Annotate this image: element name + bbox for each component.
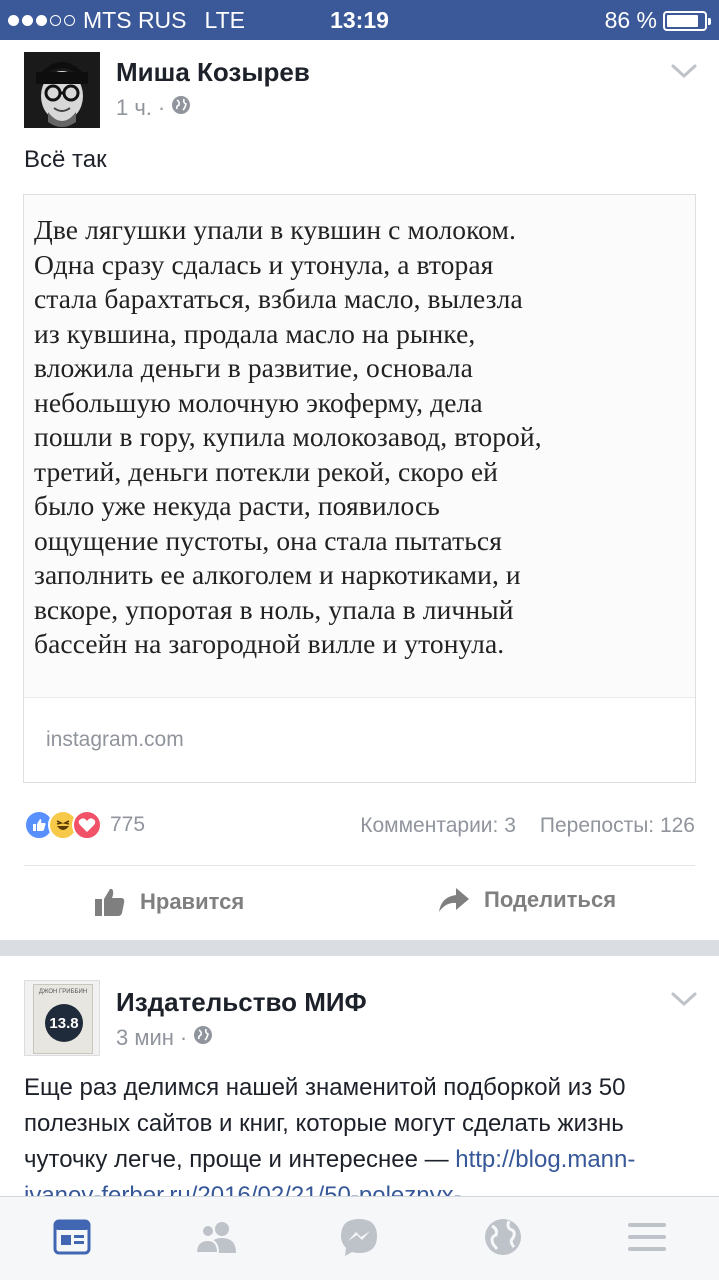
meta-separator: ·	[179, 1025, 188, 1050]
book-title: 13.8	[45, 1004, 83, 1042]
tab-menu[interactable]	[623, 1215, 671, 1259]
meta-separator: ·	[157, 95, 166, 120]
engagement-counts: Комментарии: 3 Перепосты: 126	[360, 814, 695, 838]
share-arrow-icon	[439, 888, 469, 912]
avatar[interactable]	[24, 52, 100, 128]
quote-text: Две лягушки упали в кувшин с молоком. Од…	[34, 213, 692, 662]
quote-line: небольшую молочную экоферму, дела	[34, 386, 483, 418]
quote-line: Одна сразу сдалась и утонула, а вторая	[34, 248, 494, 280]
feed-post: ДЖОН ГРИББИН 13.8 Издательство МИФ 3 мин…	[0, 956, 719, 1196]
link-attachment[interactable]: Две лягушки упали в кувшин с молоком. Од…	[23, 194, 696, 783]
tab-news-feed[interactable]	[48, 1215, 96, 1259]
avatar[interactable]: ДЖОН ГРИББИН 13.8	[24, 980, 100, 1056]
quote-line: Две лягушки упали в кувшин с молоком.	[34, 214, 516, 245]
love-reaction-icon	[72, 810, 102, 840]
book-cover-image: ДЖОН ГРИББИН 13.8	[33, 984, 93, 1054]
book-author-label: ДЖОН ГРИББИН	[38, 989, 88, 995]
tab-notifications[interactable]	[479, 1215, 527, 1259]
tab-messenger[interactable]	[335, 1215, 383, 1259]
comments-count[interactable]: Комментарии: 3	[360, 814, 516, 838]
reaction-count: 775	[110, 813, 146, 836]
thumbs-up-icon	[95, 888, 125, 916]
post-time[interactable]: 3 мин	[116, 1025, 174, 1051]
post-text: Еще раз делимся нашей знаменитой подборк…	[24, 1070, 704, 1196]
quote-line: заполнить ее алкоголем и наркотиками, и	[34, 559, 521, 590]
feed-separator	[0, 940, 719, 956]
status-bar: MTS RUS LTE 13:19 86 %	[0, 0, 719, 40]
menu-icon	[628, 1223, 666, 1251]
status-right: 86 %	[604, 7, 711, 34]
news-feed-icon	[53, 1219, 91, 1255]
quote-line: вложила деньги в развитие, основала	[34, 352, 473, 383]
author-name[interactable]: Издательство МИФ	[116, 987, 367, 1018]
bottom-tab-bar	[0, 1196, 719, 1280]
quote-line: из кувшина, продала масло на рынке,	[34, 317, 476, 349]
globe-icon	[171, 95, 191, 121]
globe-icon	[193, 1025, 213, 1051]
quote-line: стала барахтаться, взбила масло, вылезла	[34, 283, 523, 314]
like-button[interactable]: Нравится	[94, 887, 244, 917]
author-name[interactable]: Миша Козырев	[116, 57, 310, 88]
reactions-summary[interactable]: 775	[24, 810, 145, 840]
post-meta: 1 ч. ·	[116, 95, 191, 121]
friends-icon	[194, 1222, 236, 1254]
post-time[interactable]: 1 ч.	[116, 95, 152, 121]
quote-line: третий, деньги потекли рекой, скоро ей	[34, 455, 498, 487]
quote-line: было уже некуда расти, появилось	[34, 490, 440, 521]
battery-percent: 86 %	[604, 7, 657, 33]
like-label: Нравится	[140, 889, 245, 914]
post-text: Всё так	[24, 146, 107, 173]
quote-line: вскоре, упоротая в ноль, упала в личный	[34, 593, 514, 625]
attachment-source: instagram.com	[46, 728, 184, 751]
share-button[interactable]: Поделиться	[438, 887, 616, 913]
shares-count[interactable]: Перепосты: 126	[540, 814, 695, 838]
chevron-down-icon[interactable]	[670, 62, 698, 80]
battery-icon	[663, 10, 711, 31]
attachment-image: Две лягушки упали в кувшин с молоком. Од…	[24, 195, 695, 698]
divider	[24, 865, 695, 866]
messenger-icon	[341, 1219, 377, 1256]
post-meta: 3 мин ·	[116, 1025, 213, 1051]
quote-line: ощущение пустоты, она стала пытаться	[34, 524, 502, 556]
quote-line: бассейн на загородной вилле и утонула.	[34, 628, 505, 659]
notifications-globe-icon	[485, 1219, 521, 1255]
chevron-down-icon[interactable]	[670, 990, 698, 1008]
share-label: Поделиться	[484, 887, 617, 912]
feed-post: Миша Козырев 1 ч. · Всё так Две лягушки …	[0, 40, 719, 940]
tab-friends[interactable]	[192, 1215, 240, 1259]
quote-line: пошли в гору, купила молокозавод, второй…	[34, 421, 542, 452]
